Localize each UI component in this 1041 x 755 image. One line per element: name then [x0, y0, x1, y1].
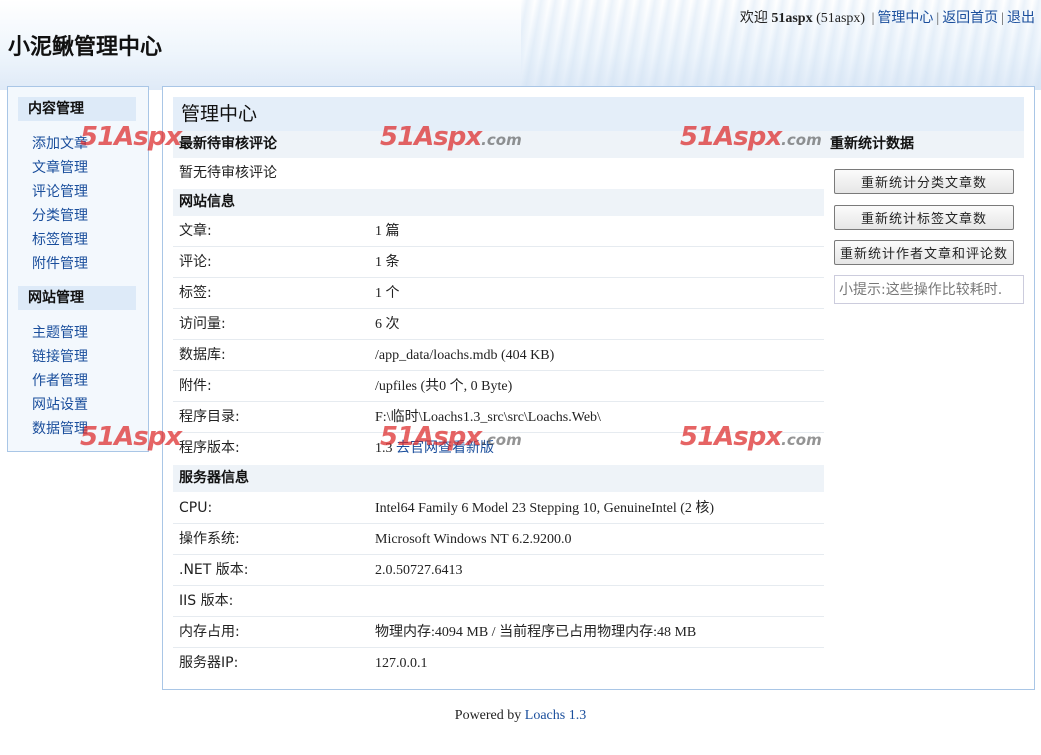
main-panel: 管理中心 最新待审核评论 暂无待审核评论 网站信息 文章: 1 篇 评论: 1 … — [162, 86, 1035, 690]
info-label: 标签: — [179, 285, 212, 301]
welcome-text: 欢迎 — [739, 11, 768, 26]
username: 51aspx — [771, 11, 813, 26]
info-label: 数据库: — [179, 347, 226, 363]
info-label: .NET 版本: — [179, 562, 249, 578]
info-row-iis: IIS 版本: — [173, 586, 824, 617]
info-label: 程序版本: — [179, 440, 240, 456]
info-row-comments: 评论: 1 条 — [173, 247, 824, 278]
info-row-cpu: CPU: Intel64 Family 6 Model 23 Stepping … — [173, 493, 824, 524]
info-label: 内存占用: — [179, 624, 240, 640]
info-row-articles: 文章: 1 篇 — [173, 216, 824, 247]
admin-center-link[interactable]: 管理中心 — [877, 11, 933, 26]
info-row-memory: 内存占用: 物理内存:4094 MB / 当前程序已占用物理内存:48 MB — [173, 617, 824, 648]
info-value: 物理内存:4094 MB / 当前程序已占用物理内存:48 MB — [375, 625, 697, 640]
info-value: 127.0.0.1 — [375, 656, 428, 671]
server-info-heading: 服务器信息 — [173, 465, 824, 492]
site-info-heading: 网站信息 — [173, 189, 824, 216]
recount-tag-button[interactable]: 重新统计标签文章数 — [834, 205, 1014, 230]
sidebar-item-authors[interactable]: 作者管理 — [32, 371, 88, 391]
info-row-visits: 访问量: 6 次 — [173, 309, 824, 340]
info-label: 服务器IP: — [179, 655, 239, 671]
info-label: IIS 版本: — [179, 593, 234, 609]
loachs-link[interactable]: Loachs 1.3 — [525, 708, 586, 723]
sidebar-section-content: 内容管理 — [18, 97, 136, 121]
info-label: 评论: — [179, 254, 212, 270]
info-label: 访问量: — [179, 316, 226, 332]
sidebar-item-links[interactable]: 链接管理 — [32, 347, 88, 367]
sidebar-item-comments[interactable]: 评论管理 — [32, 182, 88, 202]
info-row-server-ip: 服务器IP: 127.0.0.1 — [173, 648, 824, 679]
info-row-attachments: 附件: /upfiles (共0 个, 0 Byte) — [173, 371, 824, 402]
footer: Powered by Loachs 1.3 — [0, 708, 1041, 724]
info-row-dotnet: .NET 版本: 2.0.50727.6413 — [173, 555, 824, 586]
info-value: 1 条 — [375, 255, 400, 270]
sidebar-item-articles[interactable]: 文章管理 — [32, 158, 88, 178]
separator: | — [1001, 11, 1004, 26]
sidebar-item-data[interactable]: 数据管理 — [32, 419, 88, 439]
info-value: /upfiles (共0 个, 0 Byte) — [375, 379, 513, 394]
pending-comments-heading: 最新待审核评论 — [173, 131, 824, 158]
info-value: 1 个 — [375, 286, 400, 301]
top-user-bar: 欢迎 51aspx (51aspx) | 管理中心 | 返回首页 | 退出 — [740, 7, 1035, 27]
info-label: 文章: — [179, 223, 212, 239]
sidebar-item-categories[interactable]: 分类管理 — [32, 206, 88, 226]
info-value: 2.0.50727.6413 — [375, 563, 463, 578]
info-label: 程序目录: — [179, 409, 240, 425]
recount-heading: 重新统计数据 — [824, 131, 1024, 158]
site-title: 小泥鳅管理中心 — [8, 35, 163, 60]
info-row-database: 数据库: /app_data/loachs.mdb (404 KB) — [173, 340, 824, 371]
info-row-os: 操作系统: Microsoft Windows NT 6.2.9200.0 — [173, 524, 824, 555]
check-new-version-link[interactable]: 去官网查看新版 — [396, 440, 494, 456]
sidebar-item-attachments[interactable]: 附件管理 — [32, 254, 88, 274]
info-label: CPU: — [179, 500, 213, 516]
sidebar-item-tags[interactable]: 标签管理 — [32, 230, 88, 250]
sidebar-section-site: 网站管理 — [18, 286, 136, 310]
username-paren: (51aspx) — [816, 11, 866, 26]
info-value: Intel64 Family 6 Model 23 Stepping 10, G… — [375, 501, 715, 516]
info-row-program-dir: 程序目录: F:\临时\Loachs1.3_src\src\Loachs.Web… — [173, 402, 824, 433]
version-number: 1.3 — [375, 441, 393, 456]
powered-by-text: Powered by — [454, 708, 522, 723]
info-row-version: 程序版本: 1.3 去官网查看新版 — [173, 433, 824, 464]
sidebar-item-settings[interactable]: 网站设置 — [32, 395, 88, 415]
tip-box: 小提示:这些操作比较耗时. — [834, 275, 1024, 304]
info-value: Microsoft Windows NT 6.2.9200.0 — [375, 532, 572, 547]
logout-link[interactable]: 退出 — [1007, 11, 1035, 26]
page-title: 管理中心 — [173, 97, 1024, 131]
info-value: 1.3 去官网查看新版 — [375, 433, 494, 464]
info-label: 附件: — [179, 378, 212, 394]
sidebar: 内容管理 添加文章 文章管理 评论管理 分类管理 标签管理 附件管理 网站管理 … — [7, 86, 149, 452]
pending-comments-text: 暂无待审核评论 — [179, 165, 277, 181]
home-link[interactable]: 返回首页 — [942, 11, 998, 26]
recount-author-button[interactable]: 重新统计作者文章和评论数 — [834, 240, 1014, 265]
info-label: 操作系统: — [179, 531, 240, 547]
info-value: F:\临时\Loachs1.3_src\src\Loachs.Web\ — [375, 410, 601, 425]
separator: | — [871, 11, 875, 26]
sidebar-item-themes[interactable]: 主题管理 — [32, 323, 88, 343]
separator: | — [936, 11, 940, 26]
info-value: 6 次 — [375, 317, 400, 332]
info-value: 1 篇 — [375, 224, 400, 239]
info-value: /app_data/loachs.mdb (404 KB) — [375, 348, 555, 363]
sidebar-item-add-article[interactable]: 添加文章 — [32, 134, 88, 154]
info-row-tags: 标签: 1 个 — [173, 278, 824, 309]
recount-category-button[interactable]: 重新统计分类文章数 — [834, 169, 1014, 194]
